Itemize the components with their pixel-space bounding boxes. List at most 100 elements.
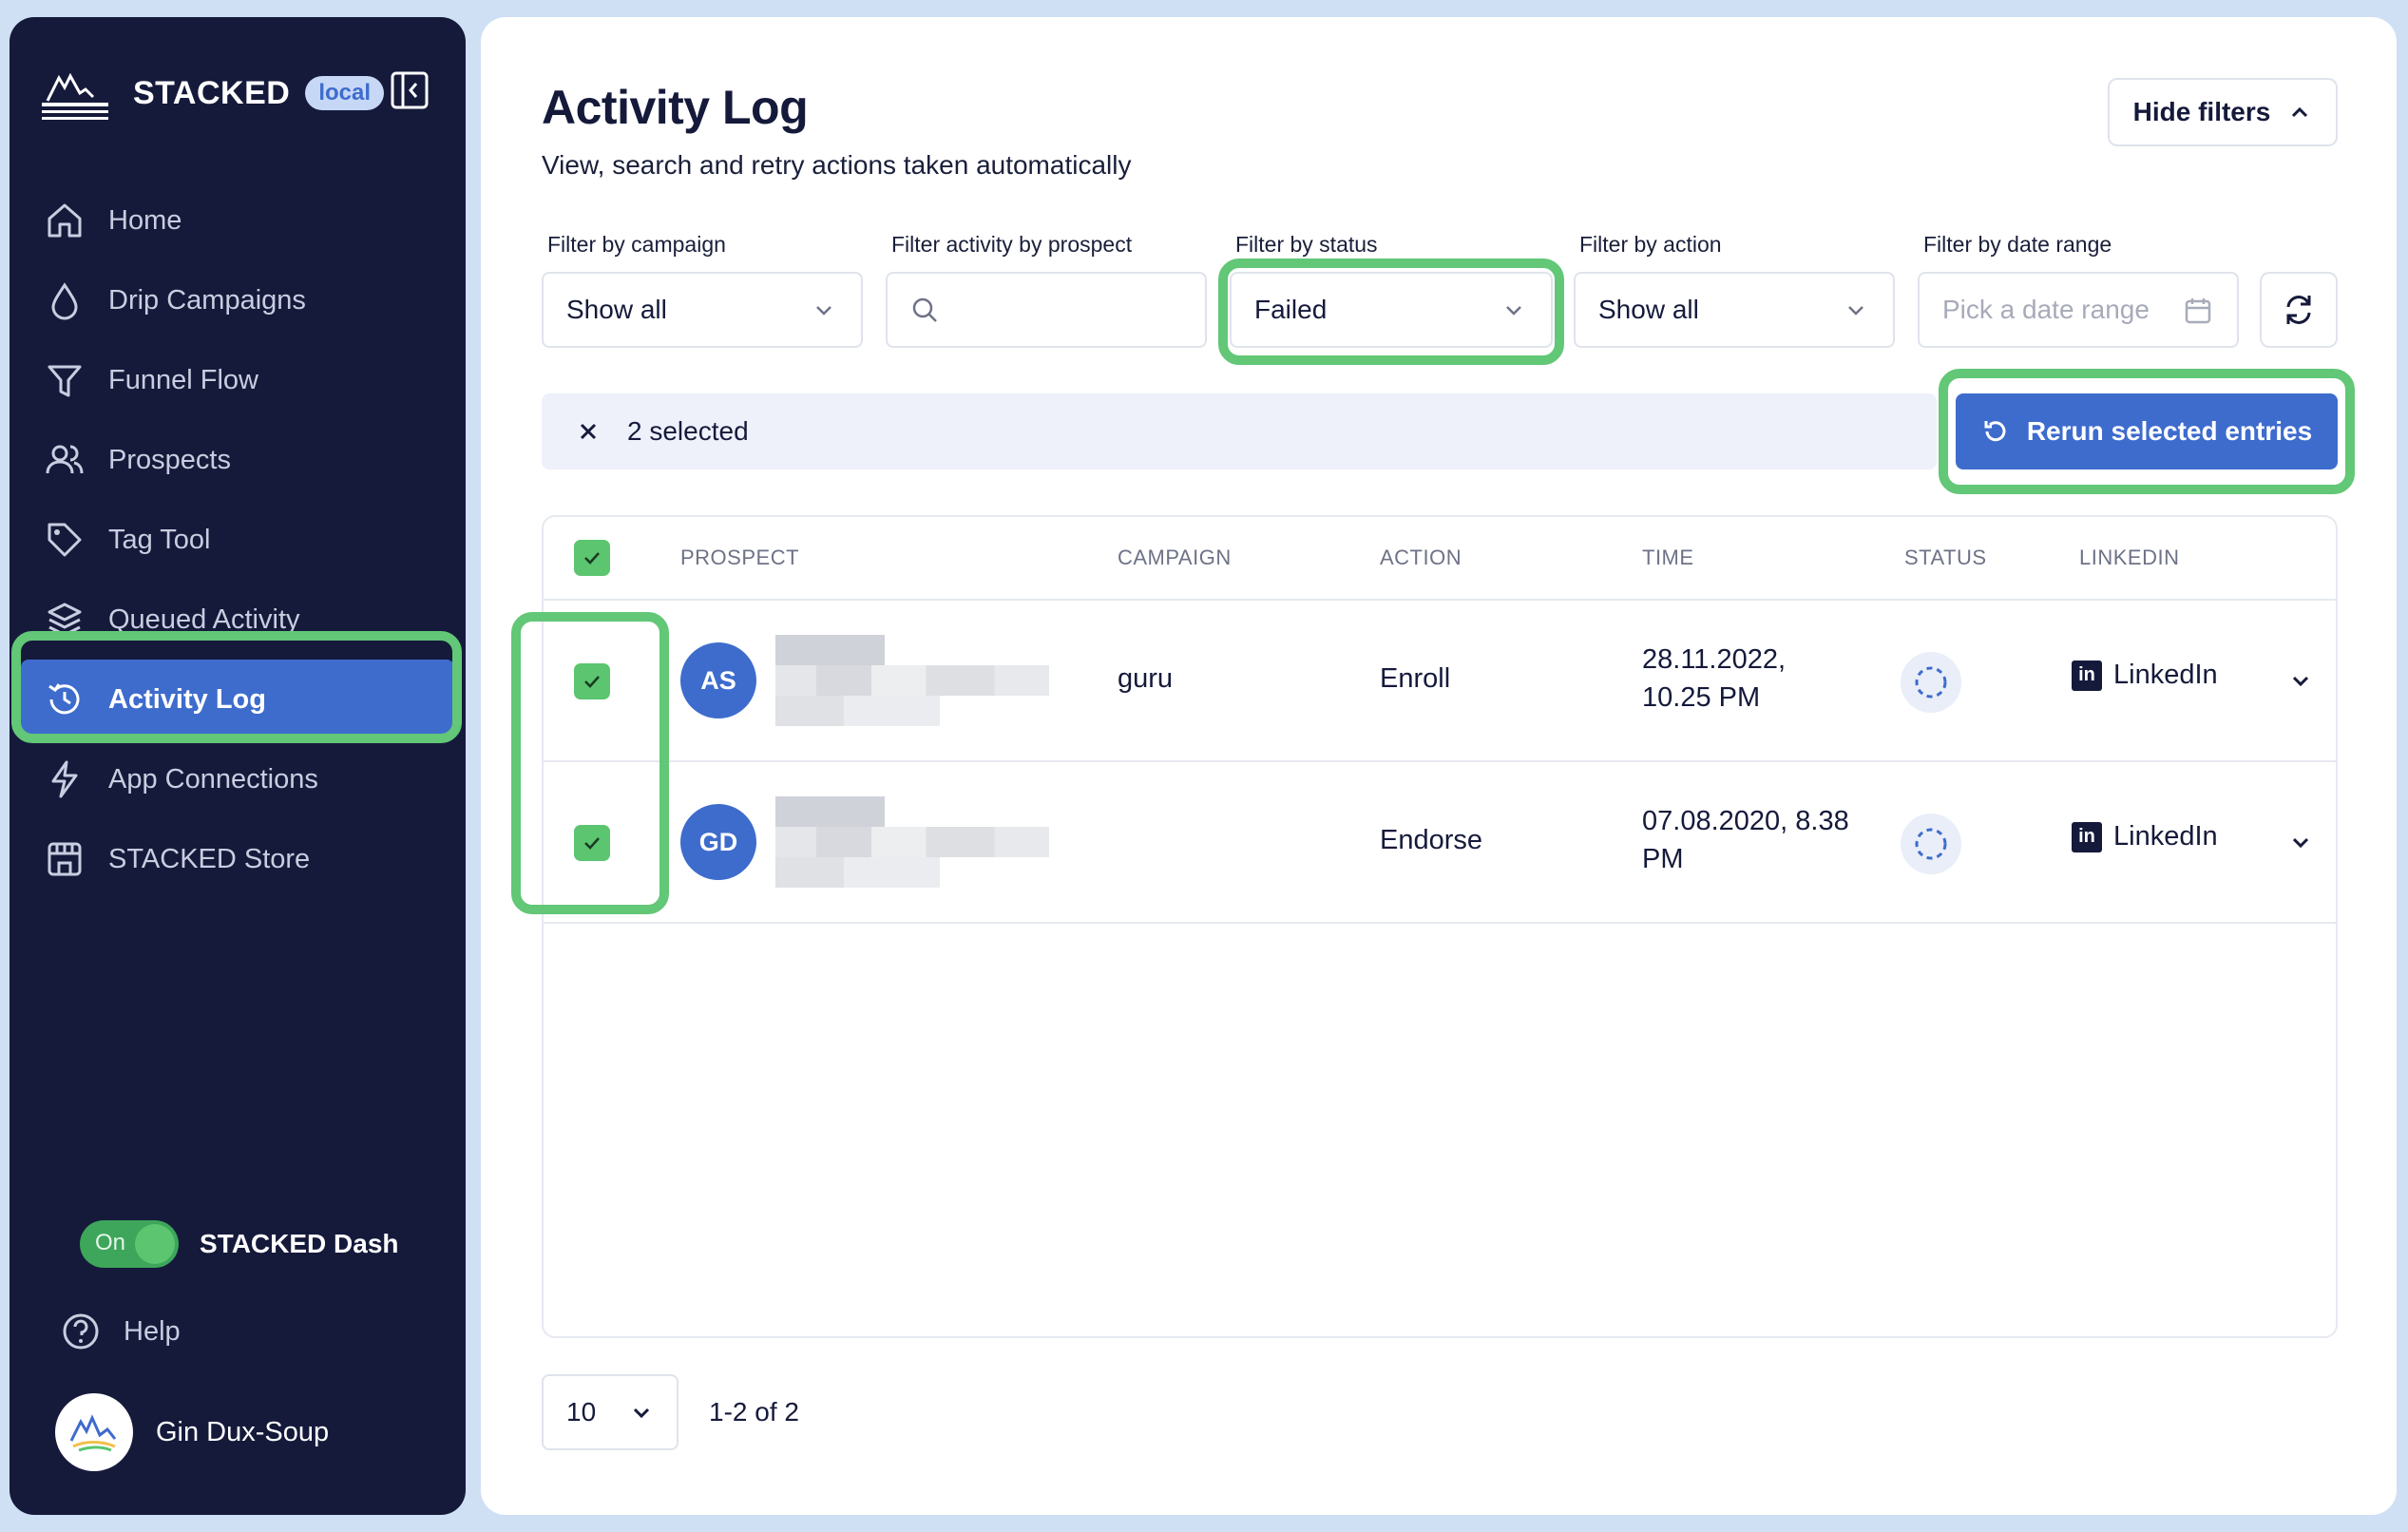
chevron-down-icon [1848,306,1863,316]
highlight-row-checkboxes [511,612,669,914]
linkedin-link[interactable]: in LinkedIn [2072,821,2218,852]
time-cell-line1: 07.08.2020, 8.38 [1642,806,1849,836]
filter-campaign-select[interactable]: Show all [542,272,863,348]
filter-action-select[interactable]: Show all [1574,272,1895,348]
user-avatar [55,1393,133,1471]
linkedin-label: LinkedIn [2113,821,2218,852]
page-size-select[interactable]: 10 [542,1374,678,1450]
sidebar-item-funnel-flow[interactable]: Funnel Flow [10,340,466,420]
user-profile[interactable]: Gin Dux-Soup [55,1393,329,1471]
column-header-campaign[interactable]: CAMPAIGN [1118,546,1232,570]
chevron-down-icon [633,1408,650,1419]
toggle-state-label: On [95,1230,126,1255]
chevron-up-icon [2292,106,2308,118]
table-header: PROSPECT CAMPAIGN ACTION TIME STATUS LIN… [544,517,2336,601]
brand[interactable]: STACKED local [38,65,385,122]
sidebar-item-drip-campaigns[interactable]: Drip Campaigns [10,260,466,340]
bolt-icon [51,760,78,798]
prospect-avatar: AS [680,642,756,718]
sidebar-item-stacked-store[interactable]: STACKED Store [10,819,466,899]
user-avatar-logo-icon [69,1414,117,1452]
sidebar-nav: Home Drip Campaigns Funnel Flow Prospect… [10,181,466,899]
prospect-name-redacted [775,796,1049,888]
column-header-action[interactable]: ACTION [1380,546,1462,570]
table-row[interactable]: GD Endorse 07.08.2020, 8.38 PM in Linked… [544,762,2336,924]
filter-date-picker[interactable]: Pick a date range [1918,272,2239,348]
help-link[interactable]: Help [61,1312,181,1351]
refresh-icon [2286,296,2311,324]
users-icon [46,445,84,474]
filter-action-label: Filter by action [1579,232,1722,257]
linkedin-icon: in [2072,660,2102,691]
column-header-time[interactable]: TIME [1642,546,1694,570]
activity-table: PROSPECT CAMPAIGN ACTION TIME STATUS LIN… [542,515,2338,1338]
filter-prospect-search[interactable] [886,272,1207,348]
highlight-rerun-button [1939,369,2355,494]
filter-date-label: Filter by date range [1923,232,2112,257]
filter-campaign-label: Filter by campaign [547,232,726,257]
sidebar-item-label: Home [108,204,182,236]
stacked-dash-label: STACKED Dash [200,1229,399,1258]
sidebar-item-label: Funnel Flow [108,364,258,395]
check-icon [584,552,600,565]
expand-row-chevron-icon[interactable] [2288,669,2313,694]
column-header-prospect[interactable]: PROSPECT [680,546,799,570]
linkedin-link[interactable]: in LinkedIn [2072,660,2218,691]
sidebar-item-app-connections[interactable]: App Connections [10,739,466,819]
search-icon [912,297,937,322]
status-failed-indicator [1901,814,1961,874]
chevron-down-icon [816,306,831,316]
select-all-checkbox[interactable] [574,540,610,576]
refresh-button[interactable] [2260,272,2338,348]
highlight-status-filter [1218,259,1564,365]
env-badge: local [305,76,385,110]
time-cell-line2: 10.25 PM [1642,682,1761,713]
store-icon [48,842,82,876]
tag-icon [48,523,82,557]
page-size-value: 10 [566,1397,597,1427]
hide-filters-button[interactable]: Hide filters [2108,78,2338,146]
sidebar-item-label: Tag Tool [108,524,211,555]
stacked-dash-row: On STACKED Dash [80,1220,399,1268]
expand-row-chevron-icon[interactable] [2288,831,2313,855]
pending-circle-icon [1915,666,1947,699]
column-header-status[interactable]: STATUS [1904,546,1987,570]
help-icon [63,1313,99,1350]
sidebar-item-label: Prospects [108,444,231,475]
time-cell-line2: PM [1642,844,1684,874]
filter-prospect-label: Filter activity by prospect [891,232,1133,257]
stacked-logo-icon [42,72,108,120]
drop-icon [51,282,78,320]
page-title: Activity Log [542,81,809,134]
sidebar-item-label: Drip Campaigns [108,284,306,316]
table-row[interactable]: AS guru Enroll 28.11.2022, 10.25 PM in L… [544,601,2336,762]
filter-date-placeholder: Pick a date range [1942,295,2150,324]
page-subtitle: View, search and retry actions taken aut… [542,150,1132,180]
sidebar-item-tag-tool[interactable]: Tag Tool [10,500,466,580]
prospect-name-redacted [775,635,1049,726]
hide-filters-label: Hide filters [2132,97,2271,126]
sidebar-item-label: STACKED Store [108,843,311,874]
sidebar-item-home[interactable]: Home [10,181,466,260]
campaign-cell: guru [1118,663,1174,694]
stacked-dash-toggle[interactable]: On [80,1220,179,1268]
clear-selection-icon[interactable] [576,419,601,444]
pending-circle-icon [1915,828,1947,860]
filter-campaign-value: Show all [566,295,667,324]
selection-bar: 2 selected [542,393,1937,469]
sidebar-item-prospects[interactable]: Prospects [10,420,466,500]
filter-action-value: Show all [1598,295,1699,324]
linkedin-icon: in [2072,821,2102,852]
column-header-linkedin[interactable]: LINKEDIN [2079,546,2179,570]
brand-name: STACKED [133,74,291,111]
calendar-icon [2185,298,2211,324]
time-cell-line1: 28.11.2022, [1642,644,1787,675]
collapse-sidebar-icon[interactable] [390,70,430,110]
prospect-avatar: GD [680,804,756,880]
action-cell: Endorse [1380,825,1483,855]
funnel-icon [48,365,82,397]
user-name: Gin Dux-Soup [156,1416,330,1447]
selection-count: 2 selected [627,416,749,446]
status-failed-indicator [1901,652,1961,713]
pagination-range: 1-2 of 2 [709,1397,799,1427]
